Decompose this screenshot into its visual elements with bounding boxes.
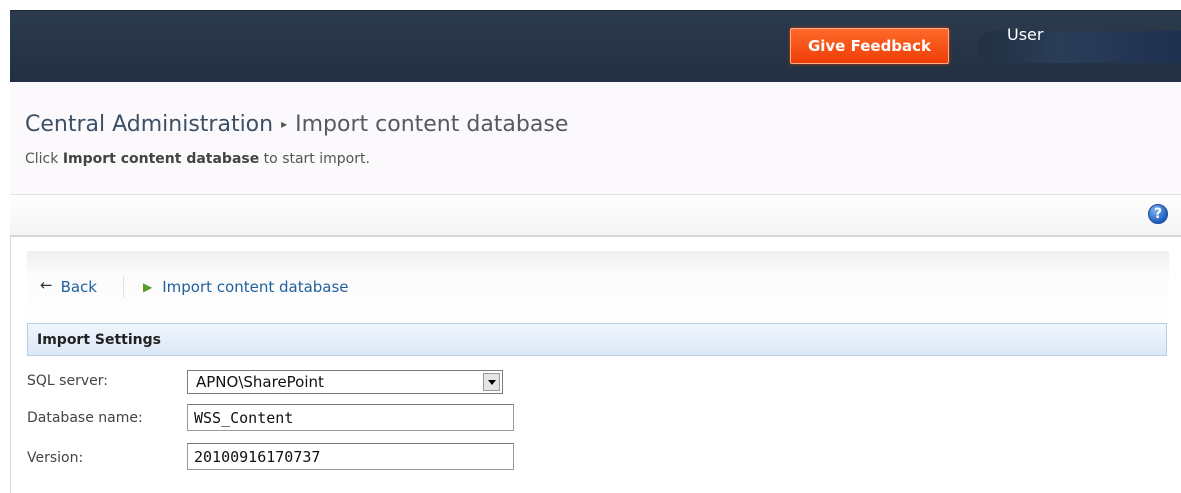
database-name-label: Database name: — [27, 410, 143, 426]
import-content-database-button[interactable]: ▶ Import content database — [143, 278, 349, 296]
sql-server-label: SQL server: — [27, 373, 108, 389]
help-icon[interactable]: ? — [1148, 204, 1168, 224]
toolbar-divider — [123, 276, 124, 298]
import-settings-header: Import Settings — [27, 323, 1167, 356]
give-feedback-button[interactable]: Give Feedback — [790, 28, 949, 64]
sql-server-value: APNO\SharePoint — [196, 373, 324, 391]
toolbar: ← Back ▶ Import content database — [27, 251, 1169, 323]
description-prefix: Click — [25, 151, 63, 167]
page-title-area: Central Administration ▸ Import content da… — [10, 82, 1181, 195]
version-label: Version: — [27, 450, 84, 466]
back-arrow-icon: ← — [40, 276, 53, 294]
breadcrumb-separator-icon: ▸ — [281, 117, 288, 131]
import-label: Import content database — [162, 278, 349, 296]
ribbon-strip — [10, 195, 1181, 237]
description-bold: Import content database — [62, 151, 260, 167]
page-title: Import content database — [295, 112, 569, 137]
section-title: Import Settings — [37, 332, 161, 348]
back-button[interactable]: ← Back — [40, 276, 97, 296]
version-input[interactable] — [187, 443, 514, 470]
user-menu[interactable]: User — [1007, 25, 1043, 44]
chevron-down-icon — [487, 379, 496, 385]
top-bar: Give Feedback — [10, 10, 1181, 83]
database-name-input[interactable] — [187, 404, 514, 431]
dropdown-button[interactable] — [483, 373, 500, 391]
description-suffix: to start import. — [259, 151, 370, 167]
play-icon: ▶ — [143, 280, 153, 294]
content-left-border — [10, 237, 11, 493]
back-label: Back — [60, 278, 97, 296]
breadcrumb: Central Administration ▸ Import content da… — [25, 112, 568, 137]
breadcrumb-central-administration[interactable]: Central Administration — [25, 112, 273, 137]
sql-server-select[interactable]: APNO\SharePoint — [187, 370, 503, 394]
page-description: Click Import content database to start i… — [25, 151, 370, 167]
